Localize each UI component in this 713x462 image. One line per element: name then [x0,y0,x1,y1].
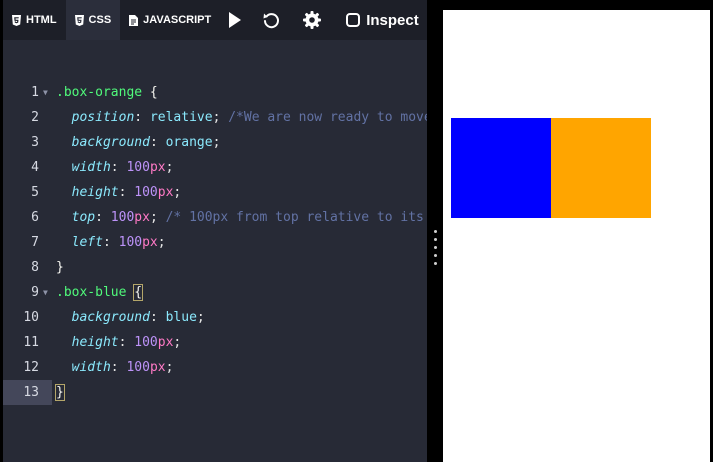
selector: .box-blue [56,285,127,300]
unit: px [142,235,158,250]
code-editor-panel: HTML CSS JAVASCRIPT Inspect 1 ▼ .box-ora… [3,0,427,462]
number: 100 [134,335,158,350]
line-number: 12 [23,360,39,375]
inspect-checkbox[interactable] [346,13,361,27]
comment: /* 100px from top relative to its o [165,210,427,225]
comment: /*We are now ready to move [228,110,427,125]
property: height [71,185,119,200]
line-number: 3 [31,135,39,150]
brace: } [56,260,64,275]
inspect-toggle[interactable]: Inspect [346,12,419,29]
inspect-label: Inspect [366,11,419,29]
reset-button[interactable] [250,0,292,40]
value: blue [165,310,197,325]
run-button[interactable] [220,0,250,40]
css3-icon [74,14,84,26]
settings-button[interactable] [292,0,332,40]
value: orange [165,135,213,150]
drag-dot [434,238,437,241]
fold-arrow-icon[interactable]: ▼ [43,80,48,105]
number: 100 [110,210,135,225]
code-line-current: 13 } [3,380,427,405]
box-blue [451,118,551,218]
number: 100 [126,360,150,375]
drag-dot [434,254,437,257]
line-number: 7 [31,235,39,250]
code-line: 1 ▼ .box-orange { [3,80,427,105]
property: top [71,210,96,225]
code-line: 12 width: 100px; [3,355,427,380]
code-line: 7 left: 100px; [3,230,427,255]
property: background [71,310,150,325]
code-line: 6 top: 100px; /* 100px from top relative… [3,205,427,230]
tab-css-label: CSS [88,14,112,26]
line-number: 5 [31,185,39,200]
number: 100 [118,235,143,250]
matched-brace: } [55,384,65,401]
code-line: 11 height: 100px; [3,330,427,355]
line-number: 6 [31,210,39,225]
line-number: 10 [23,310,39,325]
unit: px [149,360,166,375]
property: left [71,235,103,250]
panel-resize-handle[interactable] [427,0,443,462]
line-number: 2 [31,110,39,125]
property: background [71,135,150,150]
drag-dot [434,246,437,249]
box-orange [551,118,651,218]
code-line: 3 background: orange; [3,130,427,155]
line-number: 11 [23,335,39,350]
preview-pane [443,10,710,462]
tab-javascript[interactable]: JAVASCRIPT [120,0,220,40]
unit: px [149,160,166,175]
tab-css[interactable]: CSS [65,0,121,40]
property: width [71,160,111,175]
property: position [71,110,135,125]
code-line: 5 height: 100px; [3,180,427,205]
html5-icon [12,14,21,26]
line-number: 13 [3,380,52,405]
unit: px [157,185,174,200]
number: 100 [126,160,150,175]
line-number: 4 [31,160,39,175]
file-icon [129,14,139,26]
code-line: 8 } [3,255,427,280]
code-line: 4 width: 100px; [3,155,427,180]
drag-dot [434,230,437,233]
play-icon [229,12,242,28]
code-line: 2 position: relative; /*We are now ready… [3,105,427,130]
matched-brace: { [133,284,144,301]
code-area[interactable]: 1 ▼ .box-orange { 2 position: relative; … [3,80,427,405]
number: 100 [134,185,158,200]
code-line: 10 background: blue; [3,305,427,330]
selector: .box-orange [56,85,143,100]
editor-toolbar: HTML CSS JAVASCRIPT Inspect [3,0,427,40]
unit: px [134,210,150,225]
property: height [71,335,119,350]
reset-icon [263,13,280,29]
gear-icon [303,11,322,29]
fold-arrow-icon[interactable]: ▼ [43,280,48,305]
tab-html-label: HTML [26,14,57,26]
unit: px [157,335,174,350]
tab-html[interactable]: HTML [3,0,66,40]
brace: { [142,85,158,100]
property: width [71,360,111,375]
tab-javascript-label: JAVASCRIPT [143,14,212,26]
value: relative [149,110,213,125]
line-number: 8 [31,260,39,275]
drag-dot [434,262,437,265]
code-line: 9 ▼ .box-blue { [3,280,427,305]
